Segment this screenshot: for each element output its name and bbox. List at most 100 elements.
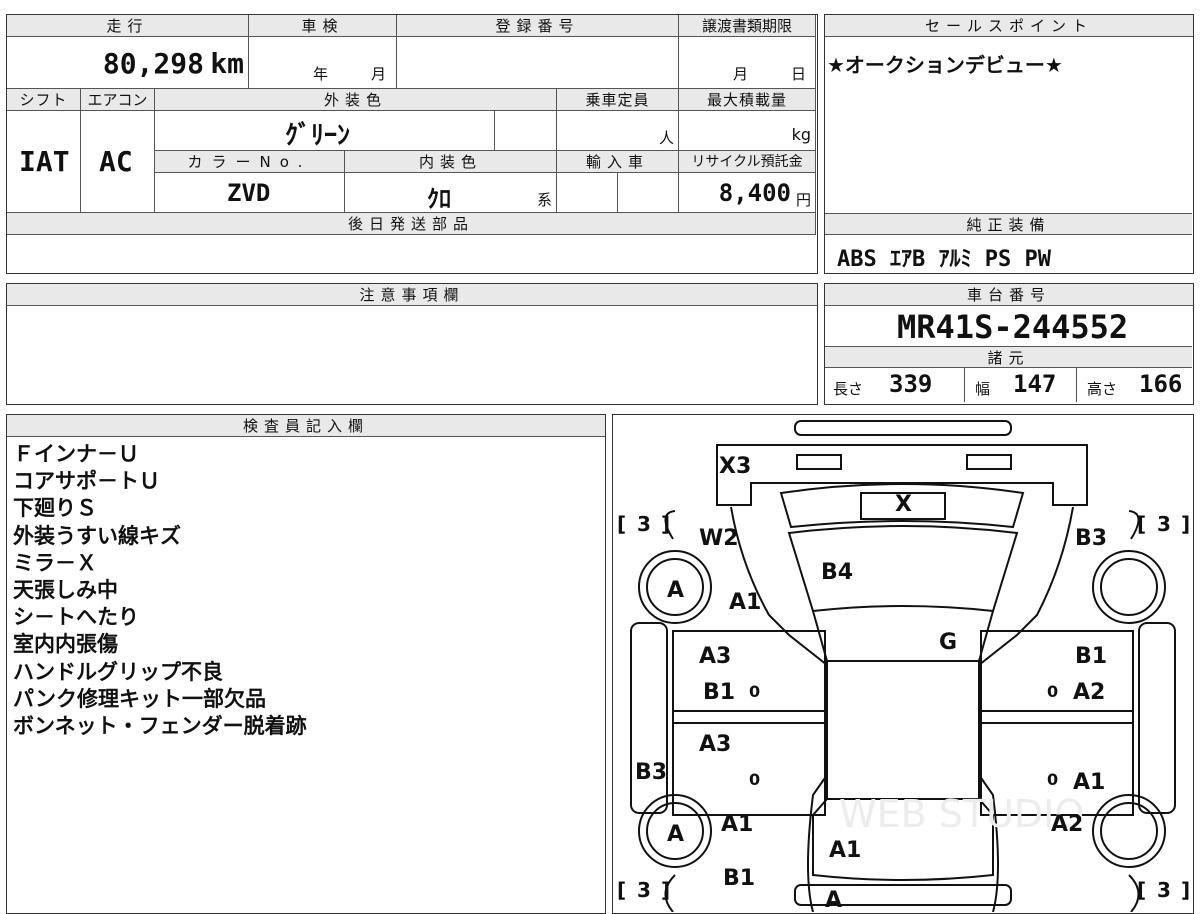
mark-fender-rl: A1 bbox=[721, 812, 753, 837]
mark-door-fr-lower: A2 bbox=[1073, 680, 1105, 705]
standard-equipment-header: 純正装備 bbox=[825, 213, 1192, 235]
inspector-line: Ｆインナ－Ｕ bbox=[13, 442, 139, 466]
body-outline bbox=[730, 506, 1074, 912]
mark-wheel-rl: A bbox=[667, 822, 684, 847]
exterior-color-extra-cell bbox=[495, 111, 557, 151]
mark-door-rr-lower: A1 bbox=[1073, 770, 1105, 795]
sales-point-text: ★オークションデビュー★ bbox=[827, 53, 1063, 77]
interior-color-cell: ｸﾛ 系 bbox=[345, 173, 557, 213]
mileage-value: 80,298 bbox=[102, 47, 204, 80]
tire-tread-fr-bracket-l: [ bbox=[1137, 512, 1146, 536]
tire-tread-rr-bracket-r: ] bbox=[1181, 878, 1190, 902]
mark-rear-window: A1 bbox=[829, 838, 861, 863]
headlight-right bbox=[966, 454, 1012, 470]
mark-grille: X bbox=[895, 492, 912, 517]
tire-tread-fl: 3 bbox=[637, 512, 651, 536]
chassis-box: 車台番号 MR41S-244552 諸元 長さ 339 幅 147 高さ 166 bbox=[824, 283, 1194, 405]
tire-tread-rl-bracket-l: [ bbox=[617, 878, 626, 902]
specs-header: 諸元 bbox=[825, 346, 1192, 368]
mark-zero-door-fl: 0 bbox=[749, 682, 760, 701]
tire-tread-rl-bracket-r: ] bbox=[661, 878, 670, 902]
capacity-unit: 人 bbox=[658, 129, 674, 147]
inspector-line: 室内内張傷 bbox=[13, 632, 118, 657]
inspector-line: ハンドルグリップ不良 bbox=[13, 659, 223, 684]
interior-color-header: 内装色 bbox=[345, 151, 557, 173]
later-parts-header: 後日発送部品 bbox=[7, 213, 816, 235]
mark-door-fr-upper: B1 bbox=[1075, 644, 1107, 669]
tire-tread-rr-bracket-l: [ bbox=[1137, 878, 1146, 902]
wheel-front-right-outer bbox=[1092, 550, 1166, 624]
mark-rear-quarter-left: B1 bbox=[723, 866, 755, 891]
exterior-color-header: 外装色 bbox=[155, 89, 557, 111]
mark-door-fl-lower: B1 bbox=[703, 680, 735, 705]
mark-door-rl-upper: A3 bbox=[699, 732, 731, 757]
shift-header: シフト bbox=[7, 89, 81, 111]
mark-zero-door-fr: 0 bbox=[1047, 682, 1058, 701]
interior-color-suffix: 系 bbox=[536, 191, 552, 209]
transfer-deadline-cell: 月 日 bbox=[679, 37, 816, 89]
year-unit: 年 bbox=[313, 65, 329, 83]
watermark: WEB STUDIO bbox=[839, 792, 1084, 836]
car-diagram: WEB STUDIO [ 3 ] [ 3 ] [ 3 ] [ 3 ] X3 X … bbox=[617, 420, 1190, 912]
deadline-day-unit: 日 bbox=[791, 65, 807, 83]
import-header: 輸入車 bbox=[557, 151, 679, 173]
wheel-rear-right-inner bbox=[1100, 802, 1158, 860]
inspector-line: コアサポ－トＵ bbox=[13, 469, 160, 494]
capacity-header: 乗車定員 bbox=[557, 89, 679, 111]
max-load-cell: kg bbox=[679, 111, 816, 151]
tire-tread-fr-bracket-r: ] bbox=[1181, 512, 1190, 536]
height-value: 166 bbox=[1139, 370, 1183, 398]
side-skirt-right bbox=[1138, 622, 1176, 814]
wheel-front-right-inner bbox=[1100, 558, 1158, 616]
mark-zero-door-rl: 0 bbox=[749, 770, 760, 789]
tire-tread-fl-bracket-l: [ bbox=[617, 512, 626, 536]
deadline-month-unit: 月 bbox=[733, 65, 749, 83]
mileage-header: 走行 bbox=[7, 15, 249, 37]
inspector-line: ミラ－Ｘ bbox=[13, 550, 97, 575]
aircon-cell: AC bbox=[81, 111, 155, 213]
inspector-header: 検査員記入欄 bbox=[7, 415, 605, 437]
max-load-unit: kg bbox=[791, 125, 811, 144]
inspector-line: 下廻りＳ bbox=[13, 496, 97, 521]
mark-skirt-left: B3 bbox=[635, 760, 667, 785]
recycle-header: リサイクル預託金 bbox=[679, 151, 816, 173]
transfer-deadline-header: 譲渡書類期限 bbox=[679, 15, 816, 37]
exterior-color-cell: ｸﾞﾘｰﾝ bbox=[155, 111, 495, 151]
sales-point-box: セールスポイント ★オークションデビュー★ 純正装備 ABS ｴｱB ｱﾙﾐ P… bbox=[824, 14, 1194, 274]
inspector-line: 外装うすい線キズ bbox=[13, 523, 181, 548]
mark-zero-door-rr: 0 bbox=[1047, 770, 1058, 789]
wheel-rear-right-outer bbox=[1092, 794, 1166, 868]
tire-tread-fl-bracket-r: ] bbox=[661, 512, 670, 536]
length-value: 339 bbox=[889, 370, 933, 398]
mark-windshield: B4 bbox=[821, 560, 853, 585]
front-bumper-tab bbox=[794, 420, 1012, 436]
month-unit: 月 bbox=[371, 65, 387, 83]
shift-value: IAT bbox=[19, 145, 70, 178]
inspection-header: 車検 bbox=[249, 15, 397, 37]
length-label: 長さ bbox=[833, 380, 864, 398]
chassis-number: MR41S-244552 bbox=[897, 308, 1129, 346]
mark-fender-rr: A2 bbox=[1051, 812, 1083, 837]
mileage-cell: 80,298 km bbox=[7, 37, 249, 89]
mark-rear-bumper: A bbox=[825, 888, 842, 912]
height-label: 高さ bbox=[1087, 380, 1118, 398]
vehicle-info-table: 走行 車検 登録番号 譲渡書類期限 80,298 km 年 月 月 日 シフト … bbox=[6, 14, 818, 274]
interior-color-value: ｸﾛ bbox=[427, 185, 451, 213]
chassis-header: 車台番号 bbox=[825, 284, 1193, 306]
inspection-cell: 年 月 bbox=[249, 37, 397, 89]
import-cell-1 bbox=[557, 173, 618, 213]
color-no-cell: ZVD bbox=[155, 173, 345, 213]
capacity-cell: 人 bbox=[557, 111, 679, 151]
aircon-value: AC bbox=[99, 145, 133, 178]
inspector-box: 検査員記入欄 Ｆインナ－Ｕ コアサポ－トＵ 下廻りＳ 外装うすい線キズ ミラ－Ｘ 天張しみ… bbox=[6, 414, 606, 914]
mark-roof-front: G bbox=[939, 630, 957, 655]
color-no-header: カラーNo. bbox=[155, 151, 345, 173]
inspector-line: 天張しみ中 bbox=[13, 578, 118, 602]
recycle-value: 8,400 bbox=[718, 179, 791, 207]
standard-equipment-text: ABS ｴｱB ｱﾙﾐ PS PW bbox=[837, 247, 1051, 272]
sales-point-header: セールスポイント bbox=[825, 15, 1193, 37]
length-cell: 長さ 339 bbox=[825, 368, 965, 402]
inspector-line: ボンネット・フェンダー脱着跡 bbox=[13, 714, 307, 738]
registration-cell bbox=[397, 37, 679, 89]
mark-door-fl-upper: A3 bbox=[699, 644, 731, 669]
